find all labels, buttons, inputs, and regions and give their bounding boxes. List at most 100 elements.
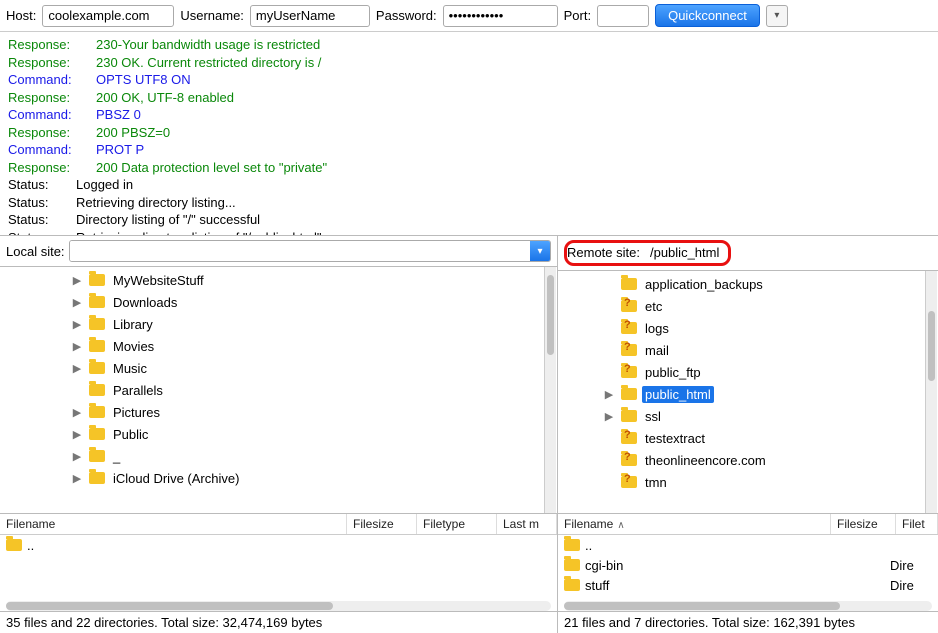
panes: Local site: ▾ ▶MyWebsiteStuff▶Downloads▶… [0, 236, 938, 633]
unknown-folder-icon [620, 366, 638, 378]
tree-item[interactable]: logs [562, 317, 936, 339]
tree-item-label: Movies [110, 338, 157, 355]
expand-triangle-icon[interactable]: ▶ [70, 296, 84, 309]
local-site-bar: Local site: ▾ [0, 236, 557, 267]
tree-item[interactable]: ▶MyWebsiteStuff [10, 269, 555, 291]
local-directory-tree[interactable]: ▶MyWebsiteStuff▶Downloads▶Library▶Movies… [0, 267, 557, 513]
tree-item[interactable]: Parallels [10, 379, 555, 401]
log-line: Command:OPTS UTF8 ON [8, 71, 930, 89]
local-file-list: Filename Filesize Filetype Last m .. [0, 513, 557, 611]
log-line: Command:PBSZ 0 [8, 106, 930, 124]
log-line: Status:Directory listing of "/" successf… [8, 211, 930, 229]
file-row[interactable]: .. [0, 535, 557, 555]
folder-icon [88, 274, 106, 286]
expand-triangle-icon[interactable]: ▶ [70, 406, 84, 419]
folder-icon [88, 428, 106, 440]
local-site-combo[interactable]: ▾ [69, 240, 551, 262]
tree-item[interactable]: ▶Public [10, 423, 555, 445]
folder-icon [564, 559, 580, 571]
expand-triangle-icon[interactable]: ▶ [70, 428, 84, 441]
log-line: Status:Retrieving directory listing... [8, 194, 930, 212]
tree-item[interactable]: testextract [562, 427, 936, 449]
horizontal-scrollbar[interactable] [564, 601, 932, 611]
tree-item[interactable]: ▶ Pictures [10, 401, 555, 423]
col-filetype[interactable]: Filetype [417, 514, 497, 534]
port-input[interactable] [597, 5, 649, 27]
remote-file-header: Filename∧ Filesize Filet [558, 514, 938, 535]
scrollbar[interactable] [544, 267, 556, 513]
tree-item-label: application_backups [642, 276, 766, 293]
local-site-dropdown[interactable]: ▾ [530, 241, 550, 261]
expand-triangle-icon[interactable]: ▶ [70, 318, 84, 331]
tree-item-label: Pictures [110, 404, 163, 421]
log-line: Response:200 OK, UTF-8 enabled [8, 89, 930, 107]
expand-triangle-icon[interactable]: ▶ [70, 340, 84, 353]
message-log[interactable]: Response:230-Your bandwidth usage is res… [0, 32, 938, 236]
remote-site-path-preview: /public_html [645, 244, 724, 261]
tree-item-label: mail [642, 342, 672, 359]
local-file-header: Filename Filesize Filetype Last m [0, 514, 557, 535]
expand-triangle-icon[interactable]: ▶ [70, 450, 84, 463]
tree-item[interactable]: ▶public_html [562, 383, 936, 405]
expand-triangle-icon[interactable]: ▶ [70, 472, 84, 485]
expand-triangle-icon[interactable]: ▶ [602, 410, 616, 423]
col-filesize[interactable]: Filesize [347, 514, 417, 534]
local-file-body[interactable]: .. [0, 535, 557, 599]
tree-item[interactable]: etc [562, 295, 936, 317]
remote-file-body[interactable]: ..cgi-binDirestuffDire [558, 535, 938, 599]
col-filesize[interactable]: Filesize [831, 514, 896, 534]
expand-triangle-icon[interactable]: ▶ [70, 362, 84, 375]
tree-item[interactable]: theonlineencore.com [562, 449, 936, 471]
quickconnect-button[interactable]: Quickconnect [655, 4, 760, 27]
log-line: Command:PROT P [8, 141, 930, 159]
col-filetype[interactable]: Filet [896, 514, 938, 534]
tree-item[interactable]: mail [562, 339, 936, 361]
folder-icon [620, 410, 638, 422]
log-line: Response:200 Data protection level set t… [8, 159, 930, 177]
tree-item-label: testextract [642, 430, 708, 447]
tree-item[interactable]: tmn [562, 471, 936, 493]
tree-item[interactable]: public_ftp [562, 361, 936, 383]
horizontal-scrollbar[interactable] [6, 601, 551, 611]
host-input[interactable] [42, 5, 174, 27]
tree-item[interactable]: ▶ Downloads [10, 291, 555, 313]
password-input[interactable] [443, 5, 558, 27]
scrollbar[interactable] [925, 271, 937, 513]
local-pane: Local site: ▾ ▶MyWebsiteStuff▶Downloads▶… [0, 236, 558, 633]
tree-item[interactable]: ▶Music [10, 357, 555, 379]
remote-directory-tree[interactable]: application_backupsetclogs mail public_ftp… [558, 271, 938, 513]
tree-item[interactable]: ▶ Library [10, 313, 555, 335]
col-filename[interactable]: Filename [0, 514, 347, 534]
quickconnect-dropdown-button[interactable]: ▾ [766, 5, 788, 27]
file-name: stuff [585, 578, 609, 593]
tree-item[interactable]: ▶_ [10, 445, 555, 467]
file-row[interactable]: .. [558, 535, 938, 555]
tree-item-label: Library [110, 316, 156, 333]
scrollbar-thumb[interactable] [928, 311, 935, 381]
expand-triangle-icon[interactable]: ▶ [602, 388, 616, 401]
remote-pane: Remote site: /public_html ▾ application_… [558, 236, 938, 633]
tree-item-label: Downloads [110, 294, 180, 311]
col-filename[interactable]: Filename∧ [558, 514, 831, 534]
col-lastmod[interactable]: Last m [497, 514, 557, 534]
unknown-folder-icon [620, 322, 638, 334]
file-type: Dire [890, 558, 932, 573]
scrollbar-thumb[interactable] [6, 602, 333, 610]
scrollbar-thumb[interactable] [564, 602, 840, 610]
scrollbar-thumb[interactable] [547, 275, 554, 355]
expand-triangle-icon[interactable]: ▶ [70, 274, 84, 287]
folder-icon [88, 340, 106, 352]
tree-item[interactable]: application_backups [562, 273, 936, 295]
username-label: Username: [180, 8, 244, 23]
username-input[interactable] [250, 5, 370, 27]
local-site-input[interactable] [70, 241, 530, 261]
file-row[interactable]: cgi-binDire [558, 555, 938, 575]
file-row[interactable]: stuffDire [558, 575, 938, 595]
tree-item[interactable]: ▶ssl [562, 405, 936, 427]
unknown-folder-icon [620, 344, 638, 356]
log-line: Response:230-Your bandwidth usage is res… [8, 36, 930, 54]
tree-item[interactable]: ▶ Movies [10, 335, 555, 357]
folder-icon [88, 406, 106, 418]
folder-icon [88, 318, 106, 330]
tree-item[interactable]: ▶iCloud Drive (Archive) [10, 467, 555, 489]
